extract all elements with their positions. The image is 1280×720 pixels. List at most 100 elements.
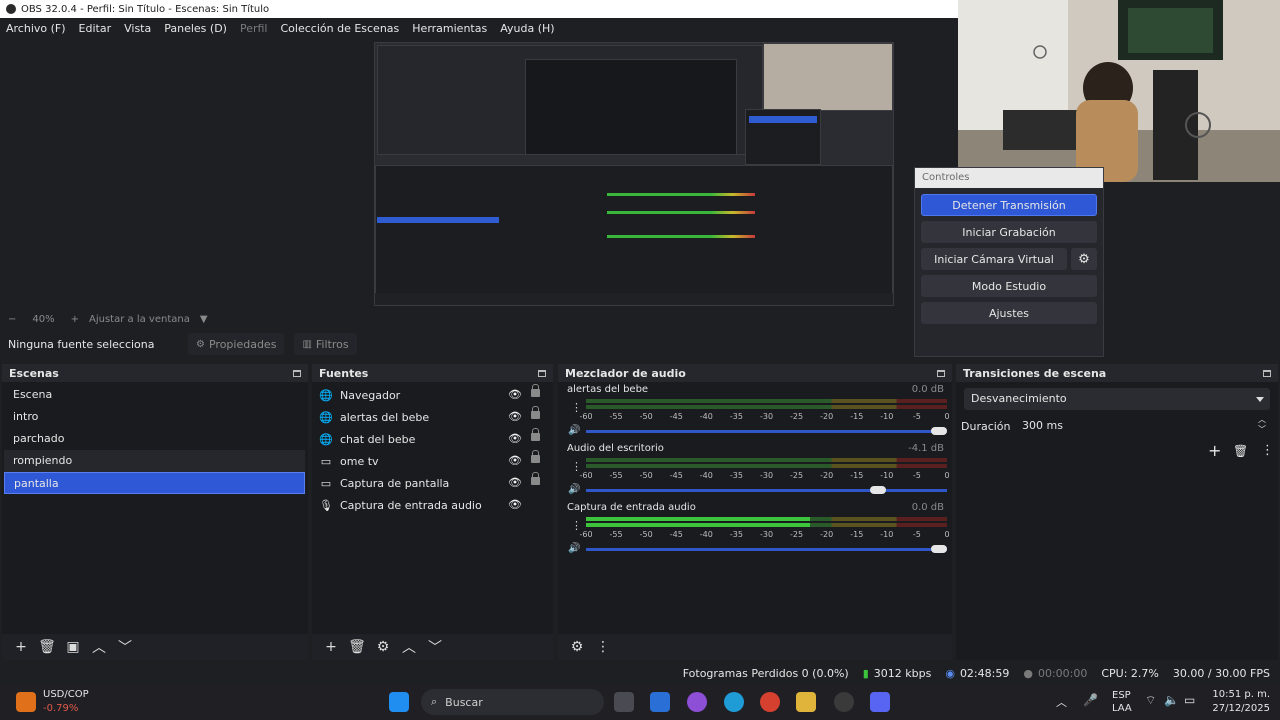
- windows-start-icon[interactable]: [389, 692, 409, 712]
- add-source-icon[interactable]: +: [318, 639, 344, 655]
- virtual-camera-settings-button[interactable]: ⚙: [1071, 248, 1097, 270]
- scale-tick-label: -60: [579, 530, 593, 539]
- menu-vista[interactable]: Vista: [124, 22, 151, 35]
- battery-icon[interactable]: ▭: [1184, 693, 1195, 707]
- lock-icon[interactable]: [531, 428, 540, 441]
- speaker-icon[interactable]: 🔊: [568, 543, 580, 554]
- spin-arrows-icon[interactable]: ︿ ﹀: [1258, 415, 1266, 435]
- volume-slider[interactable]: [586, 486, 947, 494]
- menu-archivo[interactable]: Archivo (F): [6, 22, 66, 35]
- studio-mode-button[interactable]: Modo Estudio: [921, 275, 1097, 297]
- lock-icon[interactable]: [531, 406, 540, 419]
- remove-source-icon[interactable]: 🗑: [344, 639, 370, 655]
- menu-ayuda[interactable]: Ayuda (H): [500, 22, 554, 35]
- chevron-down-icon[interactable]: ▼: [200, 314, 208, 325]
- menu-editar[interactable]: Editar: [79, 22, 112, 35]
- file-explorer-icon[interactable]: [796, 692, 816, 712]
- taskbar-search[interactable]: ⌕ Buscar: [421, 689, 604, 715]
- scene-item[interactable]: Escena: [4, 384, 305, 406]
- visibility-eye-icon[interactable]: 👁: [508, 410, 522, 423]
- source-item[interactable]: 🌐 chat del bebe 👁: [312, 428, 553, 450]
- lock-icon[interactable]: [531, 384, 540, 397]
- filters-button[interactable]: ▥ Filtros: [294, 333, 357, 355]
- visibility-eye-icon[interactable]: 👁: [508, 498, 522, 511]
- keyboard-layout[interactable]: LAA: [1112, 703, 1132, 714]
- source-properties-icon[interactable]: ⚙: [370, 639, 396, 655]
- move-up-icon[interactable]: ︿: [86, 637, 112, 657]
- menu-herramientas[interactable]: Herramientas: [412, 22, 487, 35]
- discord-icon[interactable]: [870, 692, 890, 712]
- undock-icon[interactable]: [1263, 369, 1271, 377]
- mixer-menu-icon[interactable]: ⋮: [590, 639, 616, 655]
- source-item[interactable]: 🎙 Captura de entrada audio 👁: [312, 494, 553, 516]
- tray-chevron-icon[interactable]: ︿: [1056, 694, 1067, 710]
- undock-icon[interactable]: [937, 369, 945, 377]
- obs-taskbar-icon[interactable]: [834, 692, 854, 712]
- add-scene-icon[interactable]: +: [8, 639, 34, 655]
- edge-icon[interactable]: [724, 692, 744, 712]
- move-down-icon[interactable]: ﹀: [112, 637, 138, 657]
- microphone-icon[interactable]: 🎤: [1083, 693, 1098, 707]
- undock-icon[interactable]: [538, 369, 546, 377]
- fps-indicator: 30.00 / 30.00 FPS: [1172, 666, 1270, 680]
- move-up-icon[interactable]: ︿: [396, 637, 422, 657]
- volume-handle[interactable]: [931, 545, 947, 553]
- store-icon[interactable]: [650, 692, 670, 712]
- transition-type-select[interactable]: Desvanecimiento: [964, 388, 1270, 410]
- zoom-in-button[interactable]: +: [71, 314, 79, 325]
- source-item[interactable]: ▭ ome tv 👁: [312, 450, 553, 472]
- clock-date[interactable]: 27/12/2025: [1208, 703, 1270, 714]
- speaker-icon[interactable]: 🔊: [568, 484, 580, 495]
- audio-mixer-dock: Mezclador de audio alertas del bebe 0.0 …: [558, 364, 952, 660]
- scene-item[interactable]: parchado: [4, 428, 305, 450]
- clock-time[interactable]: 10:51 p. m.: [1208, 689, 1270, 700]
- fit-to-window-button[interactable]: Ajustar a la ventana: [89, 314, 190, 325]
- undock-icon[interactable]: [293, 369, 301, 377]
- zoom-out-button[interactable]: −: [8, 314, 16, 325]
- stock-widget-icon[interactable]: [16, 692, 36, 712]
- stop-streaming-button[interactable]: Detener Transmisión: [921, 194, 1097, 216]
- mixer-title: Mezclador de audio: [565, 366, 686, 380]
- chrome-icon[interactable]: [760, 692, 780, 712]
- menu-perfil[interactable]: Perfil: [240, 22, 268, 35]
- visibility-eye-icon[interactable]: 👁: [508, 454, 522, 467]
- copilot-icon[interactable]: [687, 692, 707, 712]
- source-item[interactable]: ▭ Captura de pantalla 👁: [312, 472, 553, 494]
- remove-scene-icon[interactable]: 🗑: [34, 639, 60, 655]
- scene-filters-icon[interactable]: ▣: [60, 639, 86, 655]
- advanced-audio-icon[interactable]: ⚙: [564, 639, 590, 655]
- menu-paneles[interactable]: Paneles (D): [164, 22, 227, 35]
- start-virtual-camera-button[interactable]: Iniciar Cámara Virtual: [921, 248, 1067, 270]
- properties-button[interactable]: ⚙ Propiedades: [188, 333, 285, 355]
- duration-spinbox[interactable]: 300 ms ︿ ﹀: [1018, 415, 1270, 437]
- transition-menu-icon[interactable]: ⋮: [1261, 443, 1274, 458]
- task-view-icon[interactable]: [614, 692, 634, 712]
- lock-icon[interactable]: [531, 472, 540, 485]
- volume-slider[interactable]: [586, 427, 947, 435]
- language-code[interactable]: ESP: [1112, 690, 1131, 701]
- visibility-eye-icon[interactable]: 👁: [508, 476, 522, 489]
- visibility-eye-icon[interactable]: 👁: [508, 432, 522, 445]
- source-item[interactable]: 🌐 Navegador 👁: [312, 384, 553, 406]
- scene-item[interactable]: intro: [4, 406, 305, 428]
- volume-handle[interactable]: [869, 486, 886, 494]
- menu-coleccion-escenas[interactable]: Colección de Escenas: [281, 22, 400, 35]
- scale-tick-label: -10: [880, 412, 894, 421]
- start-recording-button[interactable]: Iniciar Grabación: [921, 221, 1097, 243]
- move-down-icon[interactable]: ﹀: [422, 637, 448, 657]
- speaker-icon[interactable]: 🔊: [568, 425, 580, 436]
- program-preview[interactable]: [374, 42, 894, 306]
- settings-button[interactable]: Ajustes: [921, 302, 1097, 324]
- volume-handle[interactable]: [931, 427, 947, 435]
- remove-transition-icon[interactable]: 🗑: [1233, 444, 1248, 458]
- scene-item-selected[interactable]: pantalla: [4, 472, 305, 494]
- volume-slider[interactable]: [586, 545, 947, 553]
- bitrate-indicator: ▮ 3012 kbps: [863, 667, 932, 680]
- lock-icon[interactable]: [531, 450, 540, 463]
- add-transition-icon[interactable]: +: [1208, 441, 1221, 460]
- source-item[interactable]: 🌐 alertas del bebe 👁: [312, 406, 553, 428]
- wifi-icon[interactable]: ⌔: [1145, 693, 1156, 708]
- visibility-eye-icon[interactable]: 👁: [508, 388, 522, 401]
- scene-item[interactable]: rompiendo: [4, 450, 305, 472]
- volume-icon[interactable]: 🔈: [1164, 693, 1179, 707]
